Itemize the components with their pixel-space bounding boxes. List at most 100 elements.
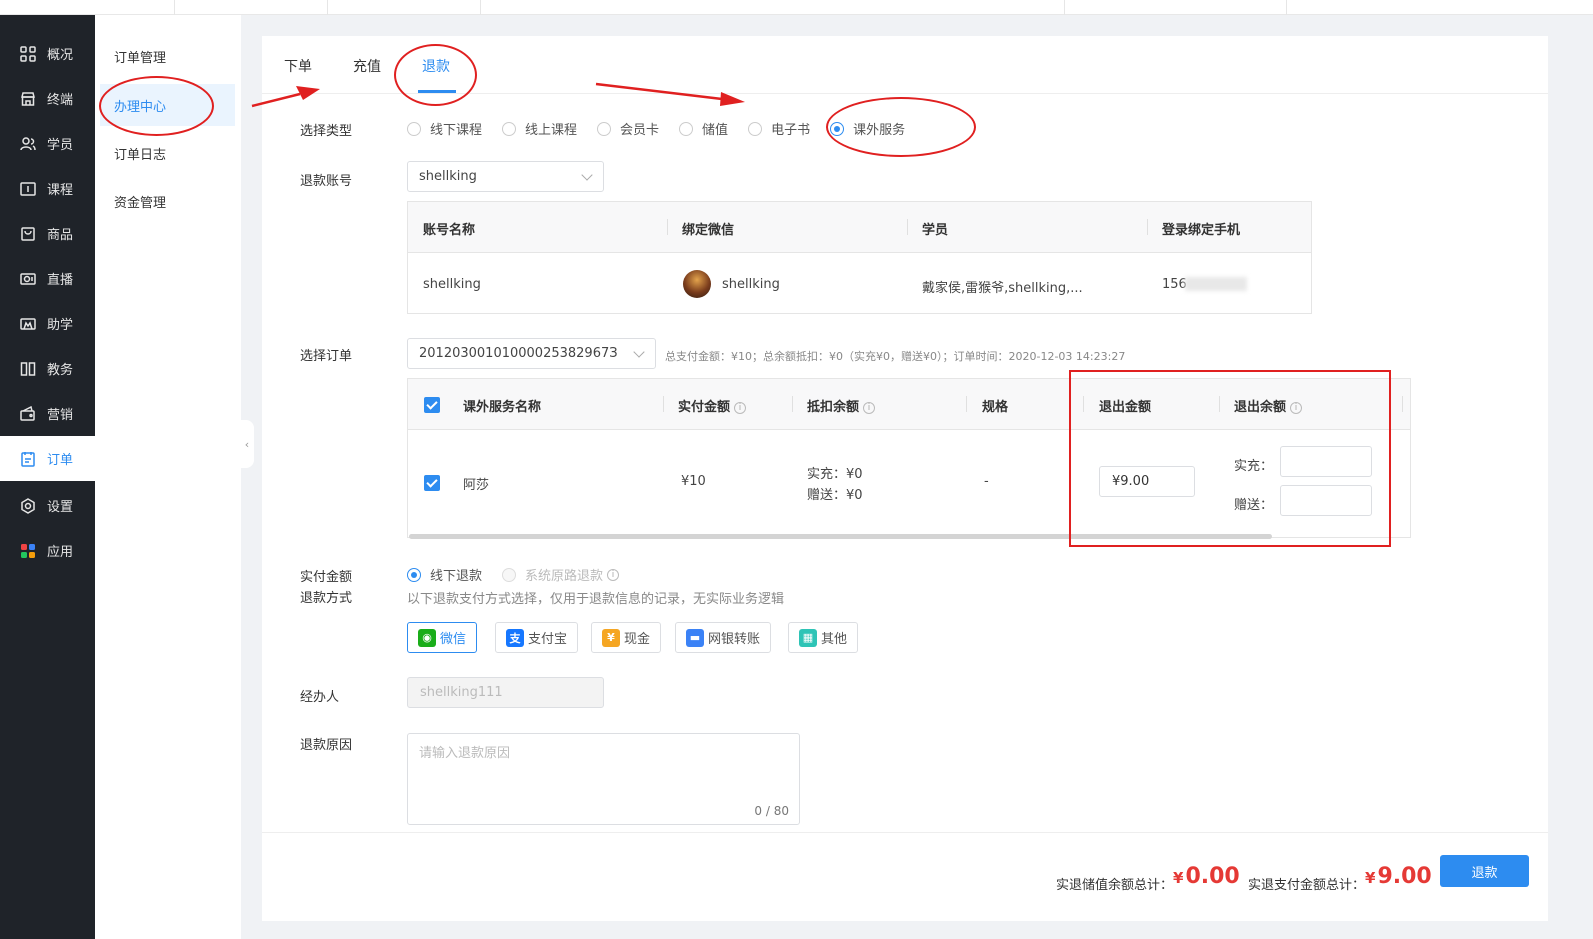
radio-label: 线下退款 [430, 569, 483, 584]
sub-sidebar: 订单管理 办理中心 订单日志 资金管理 [95, 15, 241, 939]
collapse-sidebar-handle[interactable]: ‹ [240, 420, 254, 468]
top-tab-strip [0, 0, 1593, 15]
dashboard-icon [19, 45, 37, 63]
sidebar-item-courses[interactable]: 课程 [0, 166, 95, 211]
chevron-down-icon [633, 346, 645, 358]
top-tab[interactable] [1064, 0, 1286, 15]
top-tab[interactable] [480, 0, 1064, 15]
select-all-checkbox[interactable] [424, 397, 440, 413]
annotation-box-refund-columns [1069, 370, 1391, 547]
type-radio-online-course[interactable]: 线上课程 [502, 119, 577, 138]
annotation-circle-extracurricular [826, 97, 976, 157]
main-sidebar: 概况 终端 学员 课程 商品 直播 助学 教务 营销 订单 设置 应用 [0, 15, 95, 939]
refund-button[interactable]: 退款 [1440, 855, 1529, 887]
sidebar-item-live[interactable]: 直播 [0, 256, 95, 301]
column-divider [1402, 396, 1403, 412]
top-tab[interactable] [1286, 0, 1593, 15]
tab-place-order[interactable]: 下单 [284, 56, 312, 76]
sidebar-item-orders[interactable]: 订单 [0, 436, 95, 481]
deduct-real-cell: 实充：¥0 [807, 467, 863, 482]
phone-redaction [1185, 277, 1247, 291]
account-select-value: shellking [419, 169, 477, 184]
students-cell: 戴家侯,雷猴爷,shellking,... [922, 281, 1083, 296]
subnav-item-order-management[interactable]: 订单管理 [100, 35, 235, 77]
column-header-deduct: 抵扣余额 i [807, 396, 876, 415]
info-icon[interactable]: i [863, 401, 876, 414]
annotation-circle-handling-center [99, 76, 214, 136]
account-select[interactable]: shellking [407, 161, 604, 192]
type-label: 选择类型 [300, 124, 353, 139]
info-icon[interactable]: i [607, 568, 620, 581]
spec-cell: - [984, 474, 989, 489]
sidebar-item-products[interactable]: 商品 [0, 211, 95, 256]
assist-icon [19, 315, 37, 333]
handler-input[interactable]: shellking111 [407, 677, 604, 708]
radio-circle [597, 121, 612, 136]
subnav-item-fund-management[interactable]: 资金管理 [100, 180, 235, 222]
column-header: 实付金额 [678, 400, 731, 415]
avatar [683, 270, 711, 298]
info-icon[interactable]: i [734, 401, 747, 414]
sidebar-item-settings[interactable]: 设置 [0, 483, 95, 528]
summary-footer: 实退储值余额总计： ¥0.00 实退支付金额总计： ¥9.00 退款 [262, 832, 1548, 921]
sidebar-item-apps[interactable]: 应用 [0, 528, 95, 573]
radio-label: 储值 [702, 123, 729, 138]
row-checkbox[interactable] [424, 475, 440, 491]
pay-method-cash[interactable]: ¥ 现金 [591, 622, 662, 653]
pay-method-other[interactable]: ▦ 其他 [788, 622, 859, 653]
reason-placeholder: 请输入退款原因 [419, 746, 511, 761]
pay-method-alipay[interactable]: 支支付宝 [495, 622, 579, 653]
chevron-down-icon [581, 169, 593, 181]
refund-note: 以下退款支付方式选择，仅用于退款信息的记录，无实际业务逻辑 [407, 592, 785, 607]
sidebar-item-label: 助学 [47, 318, 74, 333]
pay-method-wechat[interactable]: ◉ 微信 [407, 622, 478, 653]
top-tab[interactable] [327, 0, 480, 15]
sidebar-item-label: 学员 [47, 138, 74, 153]
annotation-circle-refund-tab [394, 44, 477, 106]
sidebar-item-overview[interactable]: 概况 [0, 31, 95, 76]
column-header: 规格 [982, 400, 1009, 415]
order-summary: 总支付金额：¥10；总余额抵扣：¥0（实充¥0，赠送¥0）；订单时间：2020-… [665, 350, 1126, 363]
pay-method-bank-transfer[interactable]: ▬ 网银转账 [675, 622, 772, 653]
column-divider [907, 219, 908, 235]
sidebar-item-assist[interactable]: 助学 [0, 301, 95, 346]
sidebar-item-terminal[interactable]: 终端 [0, 76, 95, 121]
refund-radio-offline[interactable]: 线下退款 [407, 565, 482, 584]
column-header: 课外服务名称 [463, 400, 542, 415]
account-name-cell: shellking [423, 277, 481, 292]
academic-icon [19, 360, 37, 378]
refund-method-label: 退款方式 [300, 591, 353, 606]
account-table: 账号名称 绑定微信 学员 登录绑定手机 shellking shellking … [407, 201, 1312, 314]
cash-icon: ¥ [602, 628, 620, 647]
service-name-cell: 阿莎 [463, 478, 490, 493]
refund-radio-original-route[interactable]: 系统原路退款 i [502, 565, 620, 584]
sidebar-item-label: 商品 [47, 228, 74, 243]
radio-circle [679, 121, 694, 136]
radio-label: 会员卡 [620, 123, 660, 138]
type-radio-membership-card[interactable]: 会员卡 [597, 119, 659, 138]
tab-recharge[interactable]: 充值 [353, 56, 381, 76]
pay-method-label: 网银转账 [708, 632, 761, 647]
handler-label: 经办人 [300, 690, 340, 705]
column-divider [792, 396, 793, 412]
sidebar-item-academic[interactable]: 教务 [0, 346, 95, 391]
apps-icon [19, 542, 37, 560]
pay-method-label: 支付宝 [528, 632, 568, 647]
sidebar-item-students[interactable]: 学员 [0, 121, 95, 166]
wechat-icon: ◉ [418, 628, 436, 647]
reason-textarea[interactable]: 请输入退款原因 0 / 80 [407, 733, 800, 825]
subnav-item-order-log[interactable]: 订单日志 [100, 132, 235, 174]
type-radio-ebook[interactable]: 电子书 [748, 119, 810, 138]
stored-total-value: ¥0.00 [1173, 864, 1240, 889]
radio-label: 系统原路退款 [525, 569, 604, 584]
pay-method-label: 现金 [624, 632, 651, 647]
top-tab[interactable] [174, 0, 327, 15]
type-radio-offline-course[interactable]: 线下课程 [407, 119, 482, 138]
order-select[interactable]: 20120300101000025382967З [407, 338, 656, 369]
sidebar-item-label: 概况 [47, 48, 74, 63]
type-radio-stored-value[interactable]: 储值 [679, 119, 728, 138]
sidebar-item-marketing[interactable]: 营销 [0, 391, 95, 436]
phone-cell: 156 [1162, 277, 1187, 292]
radio-label: 电子书 [771, 123, 811, 138]
order-icon [19, 450, 37, 468]
